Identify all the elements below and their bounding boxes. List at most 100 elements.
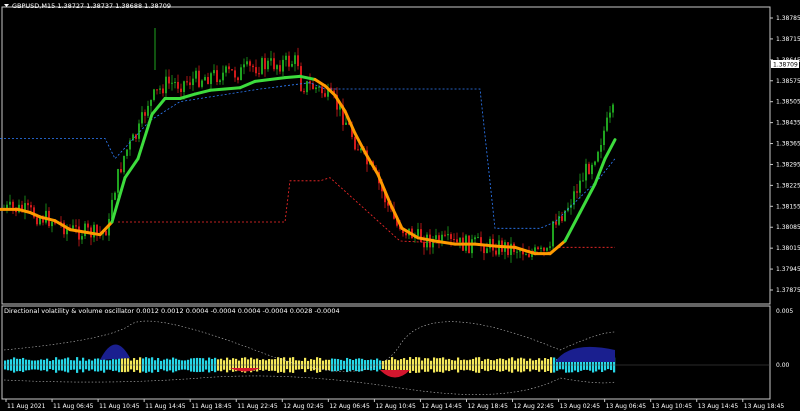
chart-window[interactable]: GBPUSD,M15 1.38727 1.38737 1.38688 1.387… — [0, 0, 800, 411]
candle-body — [165, 76, 167, 94]
candle-body — [294, 55, 296, 64]
trend-line-segment — [238, 79, 257, 90]
candle-body — [258, 73, 260, 75]
candle-body — [225, 66, 227, 73]
candle-body — [261, 58, 263, 74]
candle-body — [612, 104, 614, 113]
candle-body — [207, 77, 209, 85]
x-tick-label: 13 Aug 14:45 — [698, 403, 739, 410]
candle-body — [171, 82, 173, 84]
candle-body — [153, 89, 155, 100]
candle-body — [27, 203, 29, 206]
trend-line-segment — [323, 84, 337, 97]
trend-line-segment — [123, 157, 140, 180]
candle-body — [39, 217, 41, 225]
osc-red-dip — [380, 370, 410, 378]
y-tick-label: 1.38155 — [776, 203, 800, 210]
candle-body — [168, 76, 170, 84]
trend-line-segment — [578, 182, 597, 214]
osc-navy-hump — [555, 346, 615, 362]
candle-body — [51, 221, 53, 227]
candle-body — [123, 155, 125, 173]
candle-body — [228, 66, 230, 70]
candle-body — [321, 86, 323, 94]
candle-body — [270, 58, 272, 61]
candle-body — [555, 221, 557, 225]
current-price-label: 1.38709 — [773, 62, 798, 69]
candle-body — [324, 93, 326, 97]
trend-line-segment — [298, 74, 317, 81]
candle-body — [231, 69, 233, 71]
trend-line-segment — [178, 92, 197, 100]
candle-body — [354, 137, 356, 150]
candle-body — [156, 89, 158, 91]
osc-navy-hump — [100, 344, 130, 360]
candle-body — [459, 237, 461, 243]
x-tick-label: 11 Aug 10:45 — [99, 403, 140, 410]
trend-line-segment — [193, 88, 212, 96]
candle-body — [249, 61, 251, 66]
x-tick-label: 12 Aug 10:45 — [375, 403, 416, 410]
candle-body — [312, 83, 314, 90]
candle-body — [234, 70, 236, 78]
osc-level-label: 0.005 — [776, 308, 793, 315]
candle-body — [453, 238, 455, 240]
candle-body — [138, 123, 140, 139]
trend-line-segment — [253, 78, 272, 83]
candle-body — [300, 66, 302, 92]
candle-body — [540, 247, 542, 250]
candle-body — [609, 112, 611, 118]
y-tick-label: 1.38505 — [776, 99, 800, 106]
candle-body — [594, 161, 596, 165]
y-tick-label: 1.38365 — [776, 141, 800, 148]
candle-body — [537, 247, 539, 250]
y-tick-label: 1.38085 — [776, 224, 800, 231]
x-tick-label: 11 Aug 2021 — [7, 403, 46, 410]
candle-body — [549, 246, 551, 248]
lower-band-line — [118, 177, 615, 255]
candle-body — [186, 81, 188, 83]
y-tick-label: 1.38715 — [776, 36, 800, 43]
candle-body — [579, 180, 581, 193]
candle-body — [444, 234, 446, 236]
x-tick-label: 13 Aug 02:45 — [560, 403, 601, 410]
candle-body — [543, 247, 545, 251]
y-tick-label: 1.38295 — [776, 161, 800, 168]
trend-line-segment — [473, 242, 497, 248]
candle-body — [303, 91, 305, 93]
candle-body — [291, 63, 293, 67]
candle-body — [420, 229, 422, 243]
candle-body — [591, 164, 593, 175]
candle-body — [240, 67, 242, 81]
candle-body — [252, 65, 254, 68]
candle-body — [435, 235, 437, 240]
candle-body — [126, 149, 128, 156]
candle-body — [12, 201, 14, 208]
candle-body — [603, 130, 605, 146]
candle-body — [345, 122, 347, 125]
candle-body — [141, 112, 143, 124]
candle-body — [210, 73, 212, 85]
candle-body — [72, 225, 74, 229]
y-tick-label: 1.38225 — [776, 182, 800, 189]
y-tick-label: 1.38785 — [776, 15, 800, 22]
osc-red-dip — [230, 368, 260, 372]
candle-body — [84, 223, 86, 237]
candle-body — [285, 55, 287, 60]
osc-lower-envelope — [3, 375, 616, 395]
candle-body — [264, 58, 266, 70]
candle-body — [75, 225, 77, 227]
candle-body — [267, 60, 269, 70]
candle-body — [357, 149, 359, 151]
candle-body — [87, 223, 89, 228]
candle-body — [192, 78, 194, 86]
candle-body — [9, 201, 11, 205]
candle-body — [561, 216, 563, 221]
x-tick-label: 11 Aug 18:45 — [191, 403, 232, 410]
candle-body — [81, 236, 83, 240]
x-tick-label: 12 Aug 14:45 — [421, 403, 462, 410]
candle-body — [144, 112, 146, 116]
candle-body — [474, 237, 476, 240]
price-chart[interactable]: GBPUSD,M15 1.38727 1.38737 1.38688 1.387… — [0, 0, 800, 411]
candle-body — [216, 70, 218, 83]
